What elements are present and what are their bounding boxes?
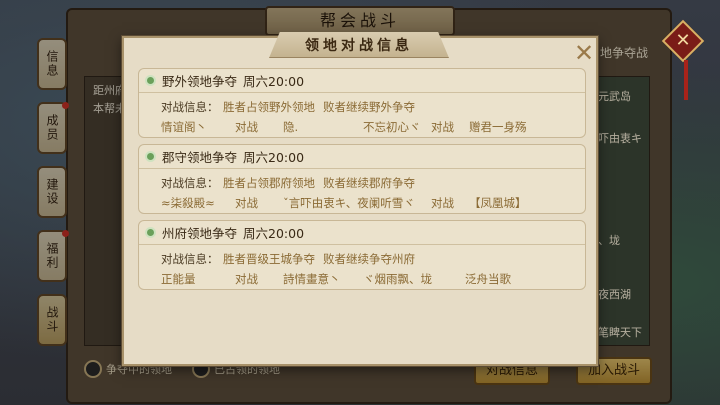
territory-battle-tab[interactable]: 地争夺战 xyxy=(600,44,648,61)
tab-info[interactable]: 信息 xyxy=(37,38,67,90)
loser-rule: 败者继续野外争夺 xyxy=(323,100,415,114)
close-icon: ✕ xyxy=(675,30,691,51)
loser-rule: 败者继续郡府争夺 xyxy=(323,176,415,190)
winner-rule: 胜者占领野外领地 xyxy=(223,100,315,114)
team-name: ˇ言吓由衷キ、夜阑听雪ヾ xyxy=(283,196,415,210)
swords-icon xyxy=(84,360,102,378)
section-header: 州府领地争夺 周六20:00 xyxy=(139,221,585,245)
territory-label: 、垅 xyxy=(598,234,620,247)
territory-label: 吓由衷キ xyxy=(598,132,642,145)
team-name: 泛舟当歌 xyxy=(465,272,511,286)
match-row: ≈柒殺殿≈ 对战 ˇ言吓由衷キ、夜阑听雪ヾ 对战 【凤凰城】 xyxy=(139,195,585,211)
bullet-icon xyxy=(147,229,154,236)
notification-dot xyxy=(62,230,69,237)
info-row: 对战信息： 胜者占领郡府领地 败者继续郡府争夺 xyxy=(139,175,585,191)
territory-battle-info-dialog: 领地对战信息 ✕ 野外领地争夺 周六20:00 对战信息： 胜者占领野外领地 败… xyxy=(122,36,598,366)
team-name: 情谊阁丶 xyxy=(161,120,207,134)
section-name: 州府领地争夺 xyxy=(162,226,238,241)
team-name: 【凤凰城】 xyxy=(469,196,527,210)
team-name: 赠君一身殇 xyxy=(469,120,527,134)
tab-welfare[interactable]: 福利 xyxy=(37,230,69,282)
dialog-title-bar: 领地对战信息 xyxy=(269,32,449,58)
info-label: 对战信息： xyxy=(161,100,219,114)
tab-members[interactable]: 成员 xyxy=(37,102,69,154)
vs-label: 对战 xyxy=(235,196,258,210)
section-wild-territory: 野外领地争夺 周六20:00 对战信息： 胜者占领野外领地 败者继续野外争夺 情… xyxy=(138,68,586,138)
section-header: 郡守领地争夺 周六20:00 xyxy=(139,145,585,169)
section-header: 野外领地争夺 周六20:00 xyxy=(139,69,585,93)
team-name: 詩情畫意丶 xyxy=(283,272,341,286)
notification-dot xyxy=(62,102,69,109)
territory-label: 夜西湖 xyxy=(598,288,631,301)
info-row: 对战信息： 胜者占领野外领地 败者继续野外争夺 xyxy=(139,99,585,115)
section-prefecture-territory: 郡守领地争夺 周六20:00 对战信息： 胜者占领郡府领地 败者继续郡府争夺 ≈… xyxy=(138,144,586,214)
tab-label: 福利 xyxy=(45,242,59,270)
section-time: 周六20:00 xyxy=(243,150,305,165)
info-row: 对战信息： 胜者晋级王城争夺 败者继续争夺州府 xyxy=(139,251,585,267)
dialog-title: 领地对战信息 xyxy=(305,38,413,54)
vs-label: 对战 xyxy=(431,120,454,134)
section-time: 周六20:00 xyxy=(243,226,305,241)
winner-rule: 胜者晋级王城争夺 xyxy=(223,252,315,266)
bullet-icon xyxy=(147,77,154,84)
winner-rule: 胜者占领郡府领地 xyxy=(223,176,315,190)
team-name: ≈柒殺殿≈ xyxy=(161,196,215,210)
team-name: ヾ烟雨飘、垅 xyxy=(363,272,432,286)
team-name: 正能量 xyxy=(161,272,196,286)
match-row: 正能量 对战 詩情畫意丶 ヾ烟雨飘、垅 泛舟当歌 xyxy=(139,271,585,287)
section-state-territory: 州府领地争夺 周六20:00 对战信息： 胜者晋级王城争夺 败者继续争夺州府 正… xyxy=(138,220,586,290)
match-row: 情谊阁丶 对战 隐. 不忘初心ヾ 对战 赠君一身殇 xyxy=(139,119,585,135)
vs-label: 对战 xyxy=(431,196,454,210)
section-time: 周六20:00 xyxy=(243,74,305,89)
info-label: 对战信息： xyxy=(161,176,219,190)
loser-rule: 败者继续争夺州府 xyxy=(323,252,415,266)
tab-label: 战斗 xyxy=(45,306,59,334)
vs-label: 对战 xyxy=(235,272,258,286)
tab-label: 成员 xyxy=(45,114,59,142)
team-name: 隐. xyxy=(283,120,299,134)
vs-label: 对战 xyxy=(235,120,258,134)
territory-label: 元武岛 xyxy=(598,90,631,103)
tab-label: 建设 xyxy=(45,178,59,206)
tab-construction[interactable]: 建设 xyxy=(37,166,67,218)
side-tab-list: 信息 成员 建设 福利 战斗 xyxy=(37,38,69,358)
section-name: 郡守领地争夺 xyxy=(162,150,238,165)
close-tassel-decoration xyxy=(684,60,688,100)
tab-label: 信息 xyxy=(45,50,59,78)
territory-label: 笔睥天下 xyxy=(598,326,642,339)
tab-battle[interactable]: 战斗 xyxy=(37,294,67,346)
section-name: 野外领地争夺 xyxy=(162,74,238,89)
info-label: 对战信息： xyxy=(161,252,219,266)
close-icon[interactable]: ✕ xyxy=(572,41,596,66)
bullet-icon xyxy=(147,153,154,160)
team-name: 不忘初心ヾ xyxy=(363,120,421,134)
